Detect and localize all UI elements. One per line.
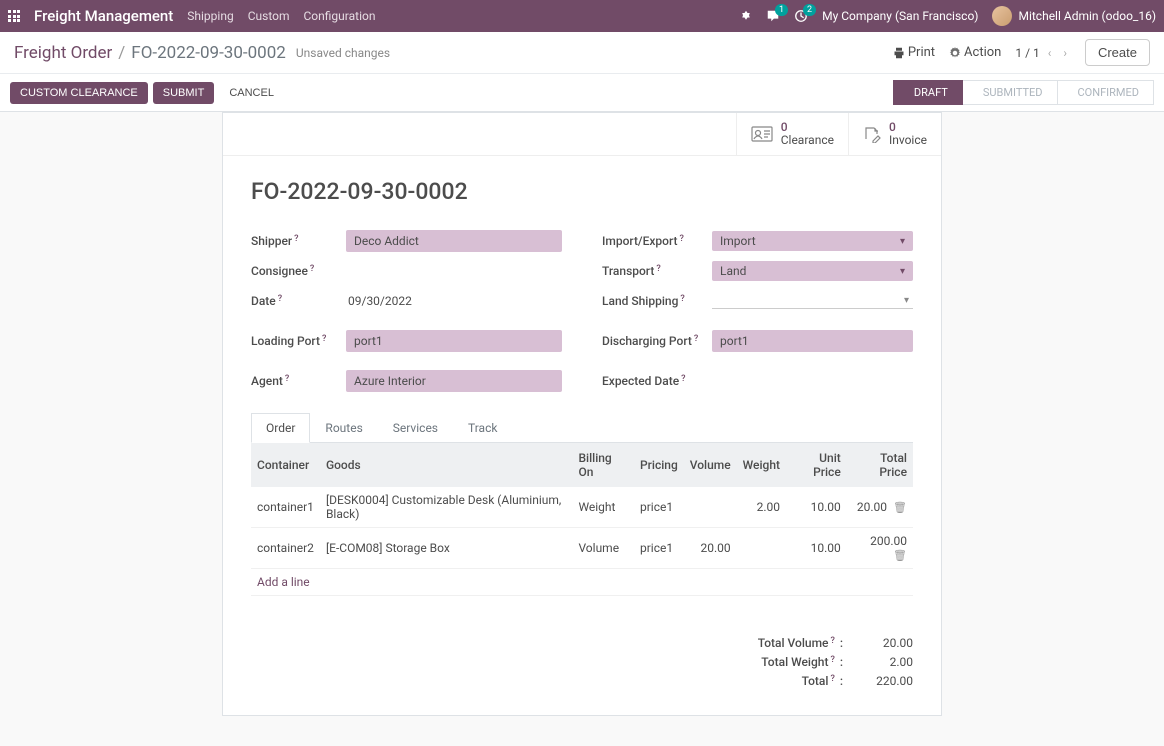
create-button[interactable]: Create [1085,39,1150,66]
pager-prev[interactable]: ‹ [1044,44,1056,62]
grand-total-label: Total? : [802,674,843,688]
tabs: Order Routes Services Track [251,413,913,443]
th-volume: Volume [684,443,737,487]
nav-configuration[interactable]: Configuration [304,9,376,23]
status-bar: DRAFT SUBMITTED CONFIRMED [893,80,1154,105]
grand-total-value: 220.00 [861,674,913,688]
stat-clearance[interactable]: 0 Clearance [736,113,848,155]
label-discharging-port: Discharging Port? [602,334,712,348]
apps-icon[interactable] [8,10,20,22]
import-export-field[interactable]: Import▾ [712,231,913,251]
th-weight: Weight [737,443,786,487]
breadcrumb-current: FO-2022-09-30-0002 [131,43,286,63]
custom-clearance-button[interactable]: CUSTOM CLEARANCE [10,82,148,104]
form-sheet: 0 Clearance 0 Invoice FO-2022-09-30-0002… [222,112,942,716]
label-shipper: Shipper? [251,234,346,248]
label-agent: Agent? [251,374,346,388]
messaging-icon[interactable]: 1 [766,9,780,23]
label-transport: Transport? [602,264,712,278]
tab-services[interactable]: Services [378,413,453,442]
total-volume-label: Total Volume? : [758,636,843,650]
tab-order[interactable]: Order [251,413,310,443]
order-table: Container Goods Billing On Pricing Volum… [251,443,913,596]
print-button[interactable]: Print [893,45,935,60]
totals: Total Volume? : 20.00 Total Weight? : 2.… [251,636,913,693]
add-line[interactable]: Add a line [251,569,913,596]
actionbar: CUSTOM CLEARANCE SUBMIT CANCEL DRAFT SUB… [0,74,1164,112]
breadcrumb: Freight Order / FO-2022-09-30-0002 [14,43,286,63]
submit-button[interactable]: SUBMIT [153,82,215,104]
label-import-export: Import/Export? [602,234,712,248]
breadcrumb-bar: Freight Order / FO-2022-09-30-0002 Unsav… [0,32,1164,74]
label-consignee: Consignee? [251,264,346,278]
stat-invoice[interactable]: 0 Invoice [848,113,941,155]
company-switcher[interactable]: My Company (San Francisco) [822,9,978,23]
label-loading-port: Loading Port? [251,334,346,348]
unsaved-indicator: Unsaved changes [296,46,390,60]
th-total-price: Total Price [847,443,913,487]
th-billing-on: Billing On [572,443,634,487]
total-weight-value: 2.00 [861,655,913,669]
discharging-port-field[interactable]: port1 [712,330,913,352]
gear-icon [949,47,961,59]
topbar: Freight Management Shipping Custom Confi… [0,0,1164,32]
label-date: Date? [251,294,346,308]
app-title: Freight Management [34,7,173,25]
status-draft[interactable]: DRAFT [893,80,963,105]
avatar [992,6,1012,26]
nav-shipping[interactable]: Shipping [187,9,233,23]
user-menu[interactable]: Mitchell Admin (odoo_16) [992,6,1156,26]
nav-custom[interactable]: Custom [248,9,290,23]
total-volume-value: 20.00 [861,636,913,650]
label-expected-date: Expected Date? [602,374,712,388]
delete-row-icon[interactable]: 🗑 [893,549,907,562]
breadcrumb-root[interactable]: Freight Order [14,43,112,63]
transport-field[interactable]: Land▾ [712,261,913,281]
agent-field[interactable]: Azure Interior [346,370,562,392]
total-weight-label: Total Weight? : [761,655,843,669]
chevron-down-icon: ▾ [900,236,905,247]
debug-icon[interactable] [740,10,752,22]
pencil-square-icon [863,125,881,143]
loading-port-field[interactable]: port1 [346,330,562,352]
th-pricing: Pricing [634,443,684,487]
activity-icon[interactable]: 2 [794,9,808,23]
record-title: FO-2022-09-30-0002 [251,178,913,205]
tab-track[interactable]: Track [453,413,512,442]
pager-value: 1 / 1 [1015,46,1039,60]
th-goods: Goods [320,443,573,487]
id-card-icon [751,126,773,142]
table-row[interactable]: container2 [E-COM08] Storage Box Volume … [251,528,913,569]
pager-next[interactable]: › [1059,44,1071,62]
tab-routes[interactable]: Routes [310,413,377,442]
table-row[interactable]: container1 [DESK0004] Customizable Desk … [251,487,913,528]
th-unit-price: Unit Price [786,443,847,487]
status-submitted[interactable]: SUBMITTED [963,80,1058,105]
shipper-field[interactable]: Deco Addict [346,230,562,252]
th-container: Container [251,443,320,487]
label-land-shipping: Land Shipping? [602,294,712,308]
date-field[interactable]: 09/30/2022 [346,290,562,312]
delete-row-icon[interactable]: 🗑 [893,501,907,514]
land-shipping-field[interactable]: ▾ [712,293,913,309]
print-icon [893,47,905,59]
status-confirmed[interactable]: CONFIRMED [1058,80,1155,105]
chevron-down-icon: ▾ [900,266,905,277]
cancel-button[interactable]: CANCEL [219,82,284,104]
chevron-down-icon: ▾ [904,295,909,306]
action-button[interactable]: Action [949,45,1001,60]
